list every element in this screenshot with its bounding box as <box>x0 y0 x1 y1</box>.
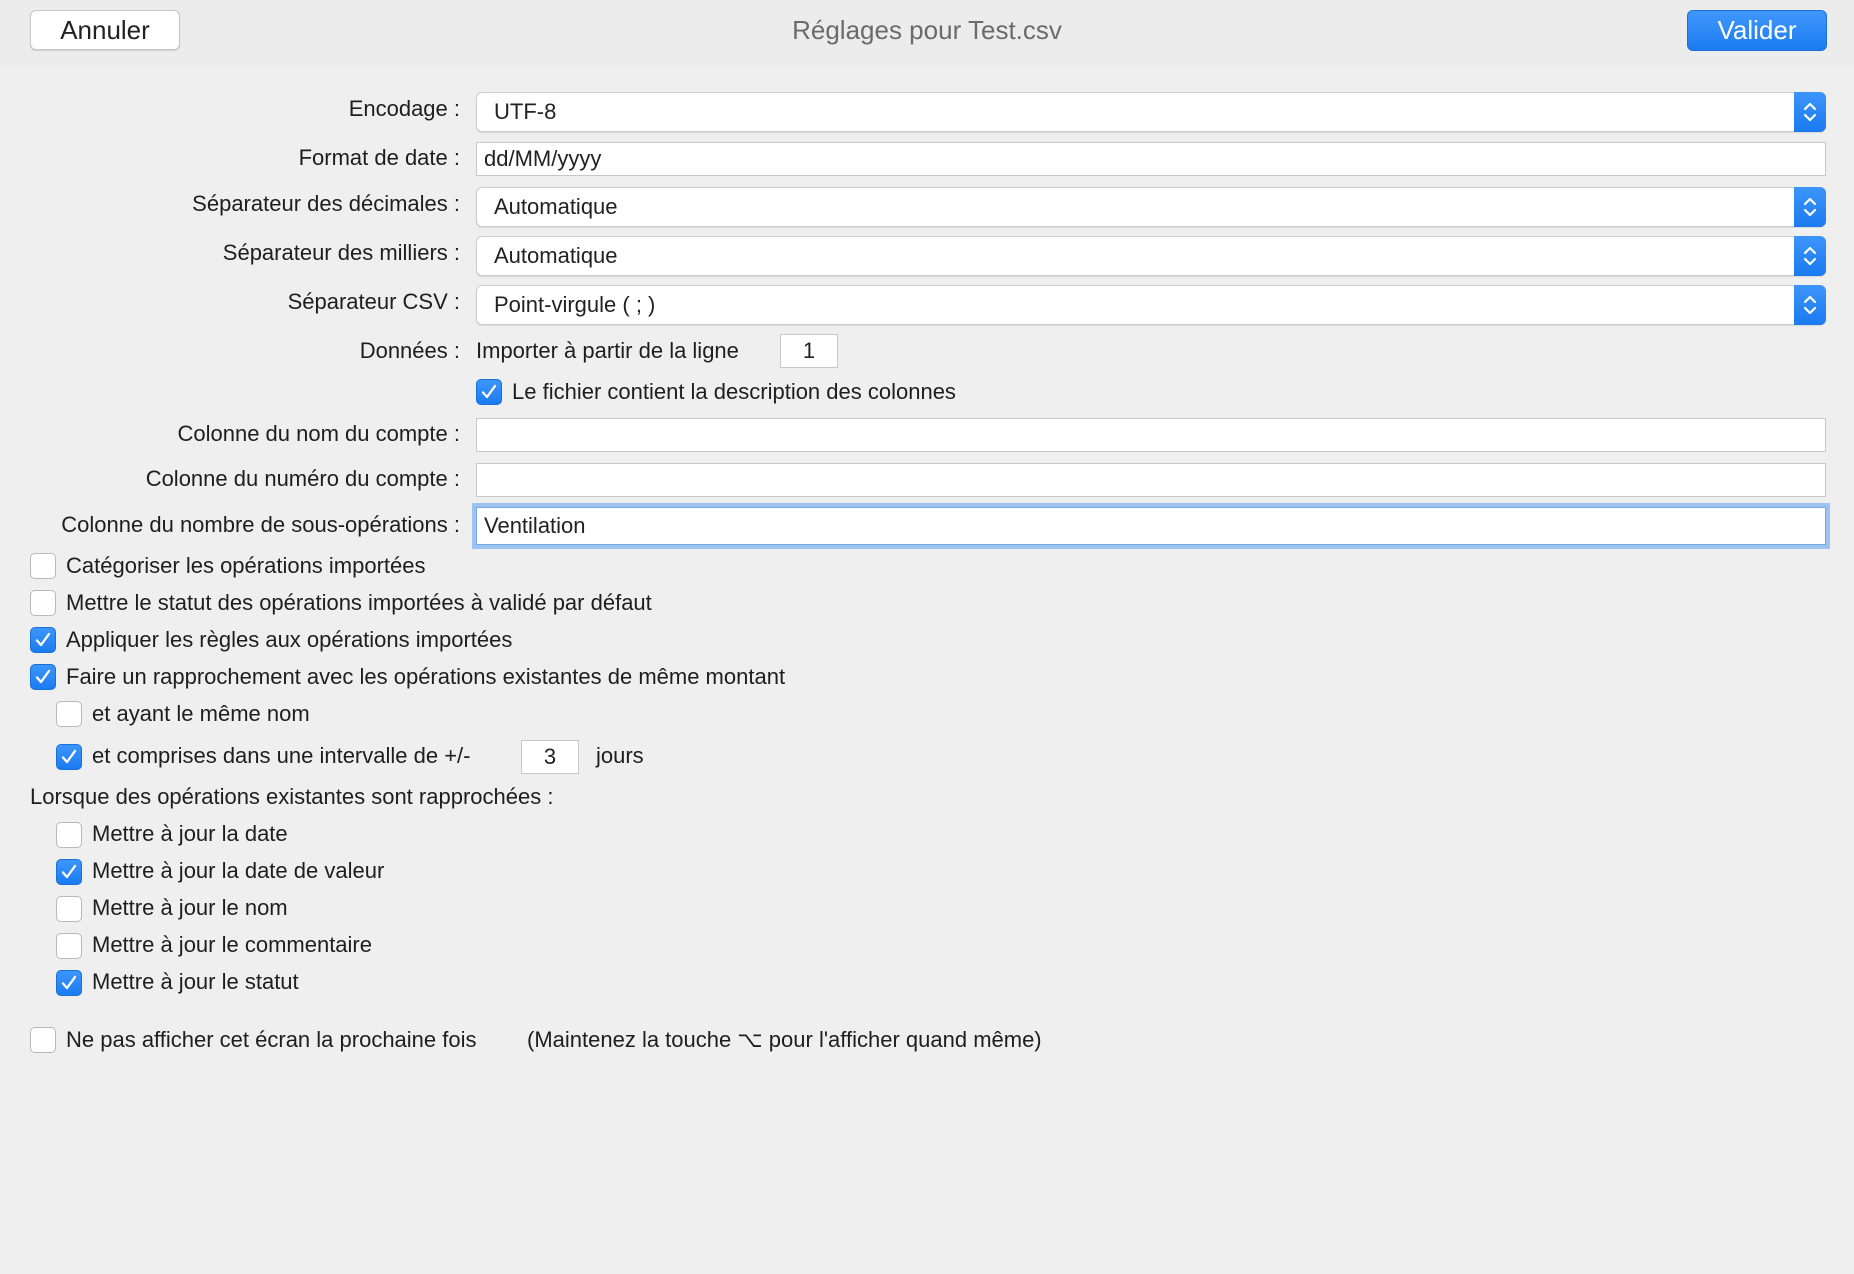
checkmark-icon <box>61 749 77 764</box>
thousands-separator-value: Automatique <box>494 243 618 268</box>
thousands-separator-select[interactable]: Automatique <box>476 236 1826 276</box>
import-from-line-field[interactable]: 1 <box>780 334 838 368</box>
update-comment-checkbox[interactable] <box>56 933 82 959</box>
checkmark-icon <box>61 864 77 879</box>
date-format-field[interactable]: dd/MM/yyyy <box>476 142 1826 176</box>
decimal-separator-label: Séparateur des décimales : <box>192 191 460 216</box>
reconcile-checkbox[interactable] <box>30 664 56 690</box>
categorize-label: Catégoriser les opérations importées <box>66 553 426 578</box>
update-value-date-label: Mettre à jour la date de valeur <box>92 858 385 883</box>
date-format-label: Format de date : <box>298 145 460 170</box>
account-name-column-field[interactable] <box>476 418 1826 452</box>
update-name-checkbox[interactable] <box>56 896 82 922</box>
chevron-updown-icon <box>1794 187 1826 227</box>
update-date-checkbox[interactable] <box>56 822 82 848</box>
interval-days-field[interactable]: 3 <box>521 740 579 774</box>
update-value-date-checkbox[interactable] <box>56 859 82 885</box>
thousands-separator-label: Séparateur des milliers : <box>222 240 460 265</box>
apply-rules-checkbox[interactable] <box>30 627 56 653</box>
validated-status-label: Mettre le statut des opérations importée… <box>66 590 652 615</box>
account-number-column-field[interactable] <box>476 463 1826 497</box>
header-row-label: Le fichier contient la description des c… <box>512 379 956 404</box>
chevron-updown-icon <box>1794 92 1826 132</box>
account-name-column-label: Colonne du nom du compte : <box>177 421 460 446</box>
dont-show-again-checkbox[interactable] <box>30 1027 56 1053</box>
suboperations-column-value: Ventilation <box>484 513 586 538</box>
interval-days-unit: jours <box>596 743 644 768</box>
window-title: Réglages pour Test.csv <box>792 15 1062 45</box>
categorize-checkbox[interactable] <box>30 553 56 579</box>
header-row-checkbox[interactable] <box>476 379 502 405</box>
chevron-updown-icon <box>1794 285 1826 325</box>
csv-separator-label: Séparateur CSV : <box>287 289 460 314</box>
update-status-checkbox[interactable] <box>56 970 82 996</box>
ok-button[interactable]: Valider <box>1687 10 1827 51</box>
date-format-value: dd/MM/yyyy <box>484 146 602 171</box>
encoding-select[interactable]: UTF-8 <box>476 92 1826 132</box>
encoding-label: Encodage : <box>348 96 460 121</box>
apply-rules-label: Appliquer les règles aux opérations impo… <box>66 627 513 652</box>
csv-separator-value: Point-virgule ( ; ) <box>494 292 656 317</box>
validated-status-checkbox[interactable] <box>30 590 56 616</box>
settings-form: Encodage : UTF-8 Format de date : dd/MM/… <box>0 66 1854 1274</box>
encoding-value: UTF-8 <box>494 99 557 124</box>
account-number-column-label: Colonne du numéro du compte : <box>145 466 460 491</box>
checkmark-icon <box>481 384 497 399</box>
update-date-label: Mettre à jour la date <box>92 821 288 846</box>
update-status-label: Mettre à jour le statut <box>92 969 299 994</box>
dont-show-again-label: Ne pas afficher cet écran la prochaine f… <box>66 1027 477 1052</box>
same-name-checkbox[interactable] <box>56 701 82 727</box>
update-comment-label: Mettre à jour le commentaire <box>92 932 372 957</box>
chevron-updown-icon <box>1794 236 1826 276</box>
title-bar: Annuler Réglages pour Test.csv Valider <box>0 0 1854 68</box>
import-from-line-text: Importer à partir de la ligne <box>476 338 739 363</box>
checkmark-icon <box>35 632 51 647</box>
same-name-label: et ayant le même nom <box>92 701 310 726</box>
interval-label: et comprises dans une intervalle de +/- <box>92 743 471 768</box>
reconcile-label: Faire un rapprochement avec les opératio… <box>66 664 786 689</box>
decimal-separator-value: Automatique <box>494 194 618 219</box>
csv-separator-select[interactable]: Point-virgule ( ; ) <box>476 285 1826 325</box>
update-name-label: Mettre à jour le nom <box>92 895 288 920</box>
decimal-separator-select[interactable]: Automatique <box>476 187 1826 227</box>
suboperations-column-field[interactable]: Ventilation <box>476 507 1826 545</box>
option-key-hint: (Maintenez la touche ⌥ pour l'afficher q… <box>527 1027 1042 1052</box>
interval-checkbox[interactable] <box>56 744 82 770</box>
reconcile-heading: Lorsque des opérations existantes sont r… <box>30 784 554 809</box>
checkmark-icon <box>35 669 51 684</box>
suboperations-column-label: Colonne du nombre de sous-opérations : <box>61 512 460 537</box>
checkmark-icon <box>61 975 77 990</box>
data-label: Données : <box>359 338 460 363</box>
